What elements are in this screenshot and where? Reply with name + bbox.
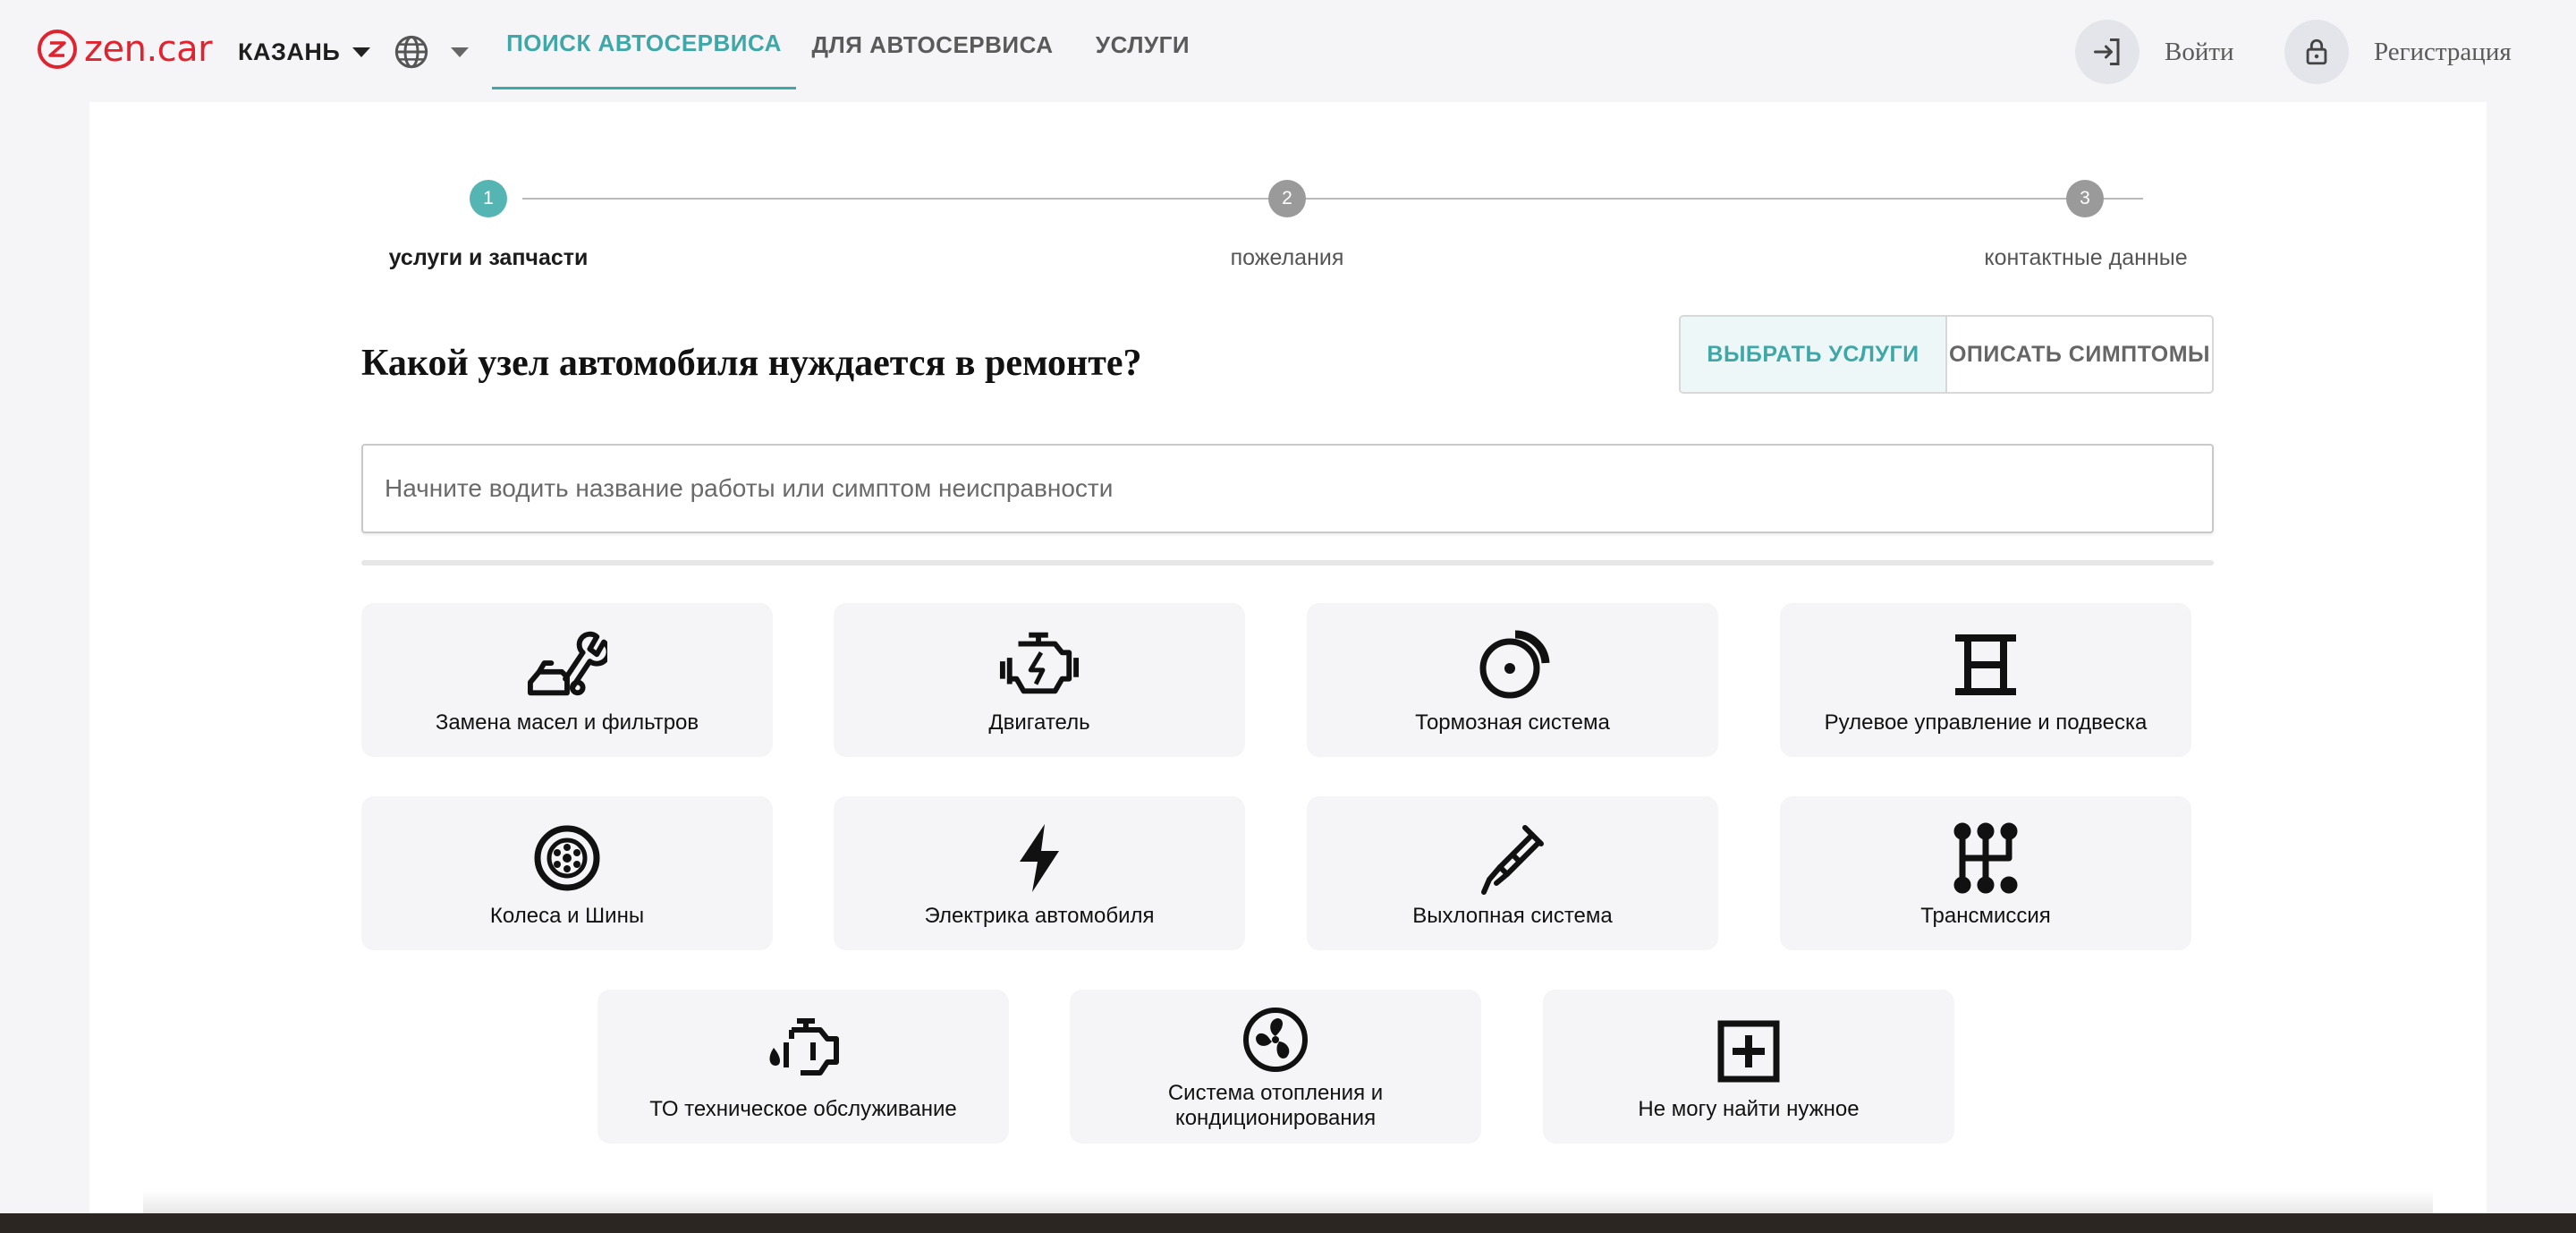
- category-engine[interactable]: Двигатель: [834, 603, 1245, 757]
- step-2-label: пожелания: [1230, 245, 1344, 270]
- city-label: КАЗАНЬ: [238, 38, 341, 65]
- login-button[interactable]: Войти: [2075, 20, 2234, 84]
- brake-disc-icon: [1472, 625, 1553, 705]
- tab-services[interactable]: УСЛУГИ: [1082, 0, 1203, 89]
- category-not-found[interactable]: Не могу найти нужное: [1543, 990, 1954, 1144]
- register-icon-circle: [2284, 20, 2349, 84]
- search-underline-divider: [361, 560, 2214, 565]
- category-transmission[interactable]: Трансмиссия: [1780, 796, 2191, 950]
- tab-label: ДЛЯ АВТОСЕРВИСА: [811, 30, 1054, 58]
- page-question-heading: Какой узел автомобиля нуждается в ремонт…: [361, 343, 1142, 384]
- zencar-logo[interactable]: zen.car: [38, 29, 213, 70]
- category-label: Система отопления и кондиционирования: [1167, 1081, 1384, 1130]
- step-1-indicator[interactable]: 1: [470, 180, 507, 217]
- plus-box-icon: [1708, 1011, 1789, 1092]
- step-number: 2: [1282, 188, 1292, 208]
- category-steering-suspension[interactable]: Рулевое управление и подвеска: [1780, 603, 2191, 757]
- describe-symptoms-label: ОПИСАТЬ СИМПТОМЫ: [1948, 341, 2211, 367]
- register-label: Регистрация: [2374, 37, 2512, 66]
- describe-symptoms-button[interactable]: ОПИСАТЬ СИМПТОМЫ: [1947, 317, 2212, 392]
- step-number: 3: [2080, 188, 2090, 208]
- choose-services-button[interactable]: ВЫБРАТЬ УСЛУГИ: [1681, 317, 1947, 392]
- login-label: Войти: [2165, 37, 2234, 66]
- category-maintenance[interactable]: ТО техническое обслуживание: [597, 990, 1009, 1144]
- category-brakes[interactable]: Тормозная система: [1307, 603, 1718, 757]
- engine-icon: [999, 625, 1080, 705]
- category-label: Тормозная система: [1415, 710, 1610, 735]
- step-2-indicator[interactable]: 2: [1268, 180, 1306, 217]
- category-label: Колеса и Шины: [489, 904, 645, 928]
- oil-wrench-icon: [527, 625, 607, 705]
- category-label: ТО техническое обслуживание: [649, 1097, 957, 1121]
- selection-mode-toggle: ВЫБРАТЬ УСЛУГИ ОПИСАТЬ СИМПТОМЫ: [1679, 315, 2214, 394]
- tab-label: ПОИСК АВТОСЕРВИСА: [506, 30, 782, 56]
- service-request-card: 1 2 3 услуги и запчасти пожелания контак…: [89, 102, 2487, 1220]
- exhaust-icon: [1472, 818, 1553, 898]
- tab-for-service[interactable]: ДЛЯ АВТОСЕРВИСА: [805, 0, 1060, 89]
- service-search-input[interactable]: [361, 444, 2214, 533]
- category-heating-ac[interactable]: Система отопления и кондиционирования: [1070, 990, 1481, 1144]
- chevron-down-icon: [451, 47, 469, 57]
- step-number: 1: [483, 188, 494, 208]
- step-1-label: услуги и запчасти: [388, 245, 589, 270]
- category-wheels-tires[interactable]: Колеса и Шины: [361, 796, 773, 950]
- login-icon: [2094, 38, 2120, 65]
- category-exhaust[interactable]: Выхлопная система: [1307, 796, 1718, 950]
- oil-can-icon: [763, 1011, 843, 1092]
- os-dock-strip: [0, 1213, 2576, 1233]
- language-selector[interactable]: [394, 32, 469, 72]
- stepper-line: [1320, 198, 2143, 200]
- footer-shadow: [143, 1190, 2433, 1213]
- city-selector[interactable]: КАЗАНЬ: [238, 34, 371, 70]
- chevron-down-icon: [352, 47, 371, 57]
- logo-text: zen.car: [84, 29, 213, 70]
- category-label: Трансмиссия: [1920, 904, 2051, 928]
- step-3-indicator[interactable]: 3: [2066, 180, 2104, 217]
- category-label: Выхлопная система: [1412, 904, 1613, 928]
- gearbox-icon: [1945, 818, 2026, 898]
- fan-icon: [1240, 1004, 1311, 1076]
- step-3-label: контактные данные: [1984, 245, 2188, 270]
- stepper-line: [522, 198, 1347, 200]
- lightning-icon: [999, 818, 1080, 898]
- category-label: Двигатель: [988, 710, 1090, 735]
- wheel-icon: [527, 818, 607, 898]
- category-label: Замена масел и фильтров: [435, 710, 699, 735]
- category-electrics[interactable]: Электрика автомобиля: [834, 796, 1245, 950]
- lock-icon: [2306, 38, 2327, 65]
- category-label: Не могу найти нужное: [1638, 1097, 1860, 1121]
- category-label: Рулевое управление и подвеска: [1824, 710, 2148, 735]
- tab-search-service[interactable]: ПОИСК АВТОСЕРВИСА: [492, 0, 796, 89]
- logo-mark-icon: [38, 30, 77, 69]
- top-navigation-bar: zen.car КАЗАНЬ ПОИСК АВТОСЕРВИСА ДЛЯ АВТ…: [0, 0, 2576, 102]
- category-oil-filters[interactable]: Замена масел и фильтров: [361, 603, 773, 757]
- category-label: Электрика автомобиля: [924, 904, 1155, 928]
- register-button[interactable]: Регистрация: [2284, 20, 2512, 84]
- choose-services-label: ВЫБРАТЬ УСЛУГИ: [1707, 341, 1919, 367]
- tab-label: УСЛУГИ: [1095, 30, 1191, 58]
- suspension-icon: [1945, 625, 2026, 705]
- globe-icon: [394, 35, 428, 69]
- login-icon-circle: [2075, 20, 2140, 84]
